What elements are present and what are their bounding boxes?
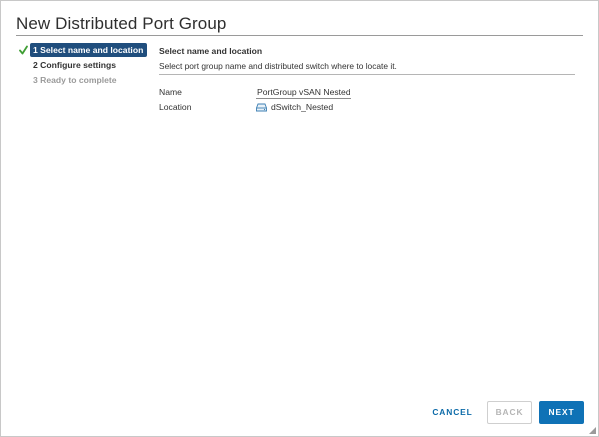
resize-handle-icon[interactable] [589,427,596,434]
step-label: 3 Ready to complete [33,75,117,85]
back-button: BACK [487,401,532,424]
cancel-button[interactable]: CANCEL [425,401,480,424]
step-ready-to-complete: 3 Ready to complete [16,73,149,87]
dialog-title: New Distributed Port Group [16,14,227,33]
new-port-group-dialog: New Distributed Port Group 1 Select name… [0,0,599,437]
name-label: Name [159,87,182,97]
step-label: 1 Select name and location [30,43,147,57]
check-icon [19,45,28,55]
step-configure-settings[interactable]: 2 Configure settings [16,58,149,72]
distributed-switch-icon [256,103,267,112]
title-divider [16,35,583,36]
next-button[interactable]: NEXT [539,401,584,424]
location-label: Location [159,102,192,112]
section-title: Select name and location [159,46,263,56]
section-description: Select port group name and distributed s… [159,61,397,71]
step-content: Select name and location Select port gro… [159,46,576,112]
name-input[interactable] [256,85,351,99]
wizard-steps: 1 Select name and location 2 Configure s… [16,43,149,88]
location-text: dSwitch_Nested [271,102,334,112]
step-label: 2 Configure settings [33,60,117,70]
content-divider [159,74,575,75]
step-select-name-location[interactable]: 1 Select name and location [16,43,149,57]
